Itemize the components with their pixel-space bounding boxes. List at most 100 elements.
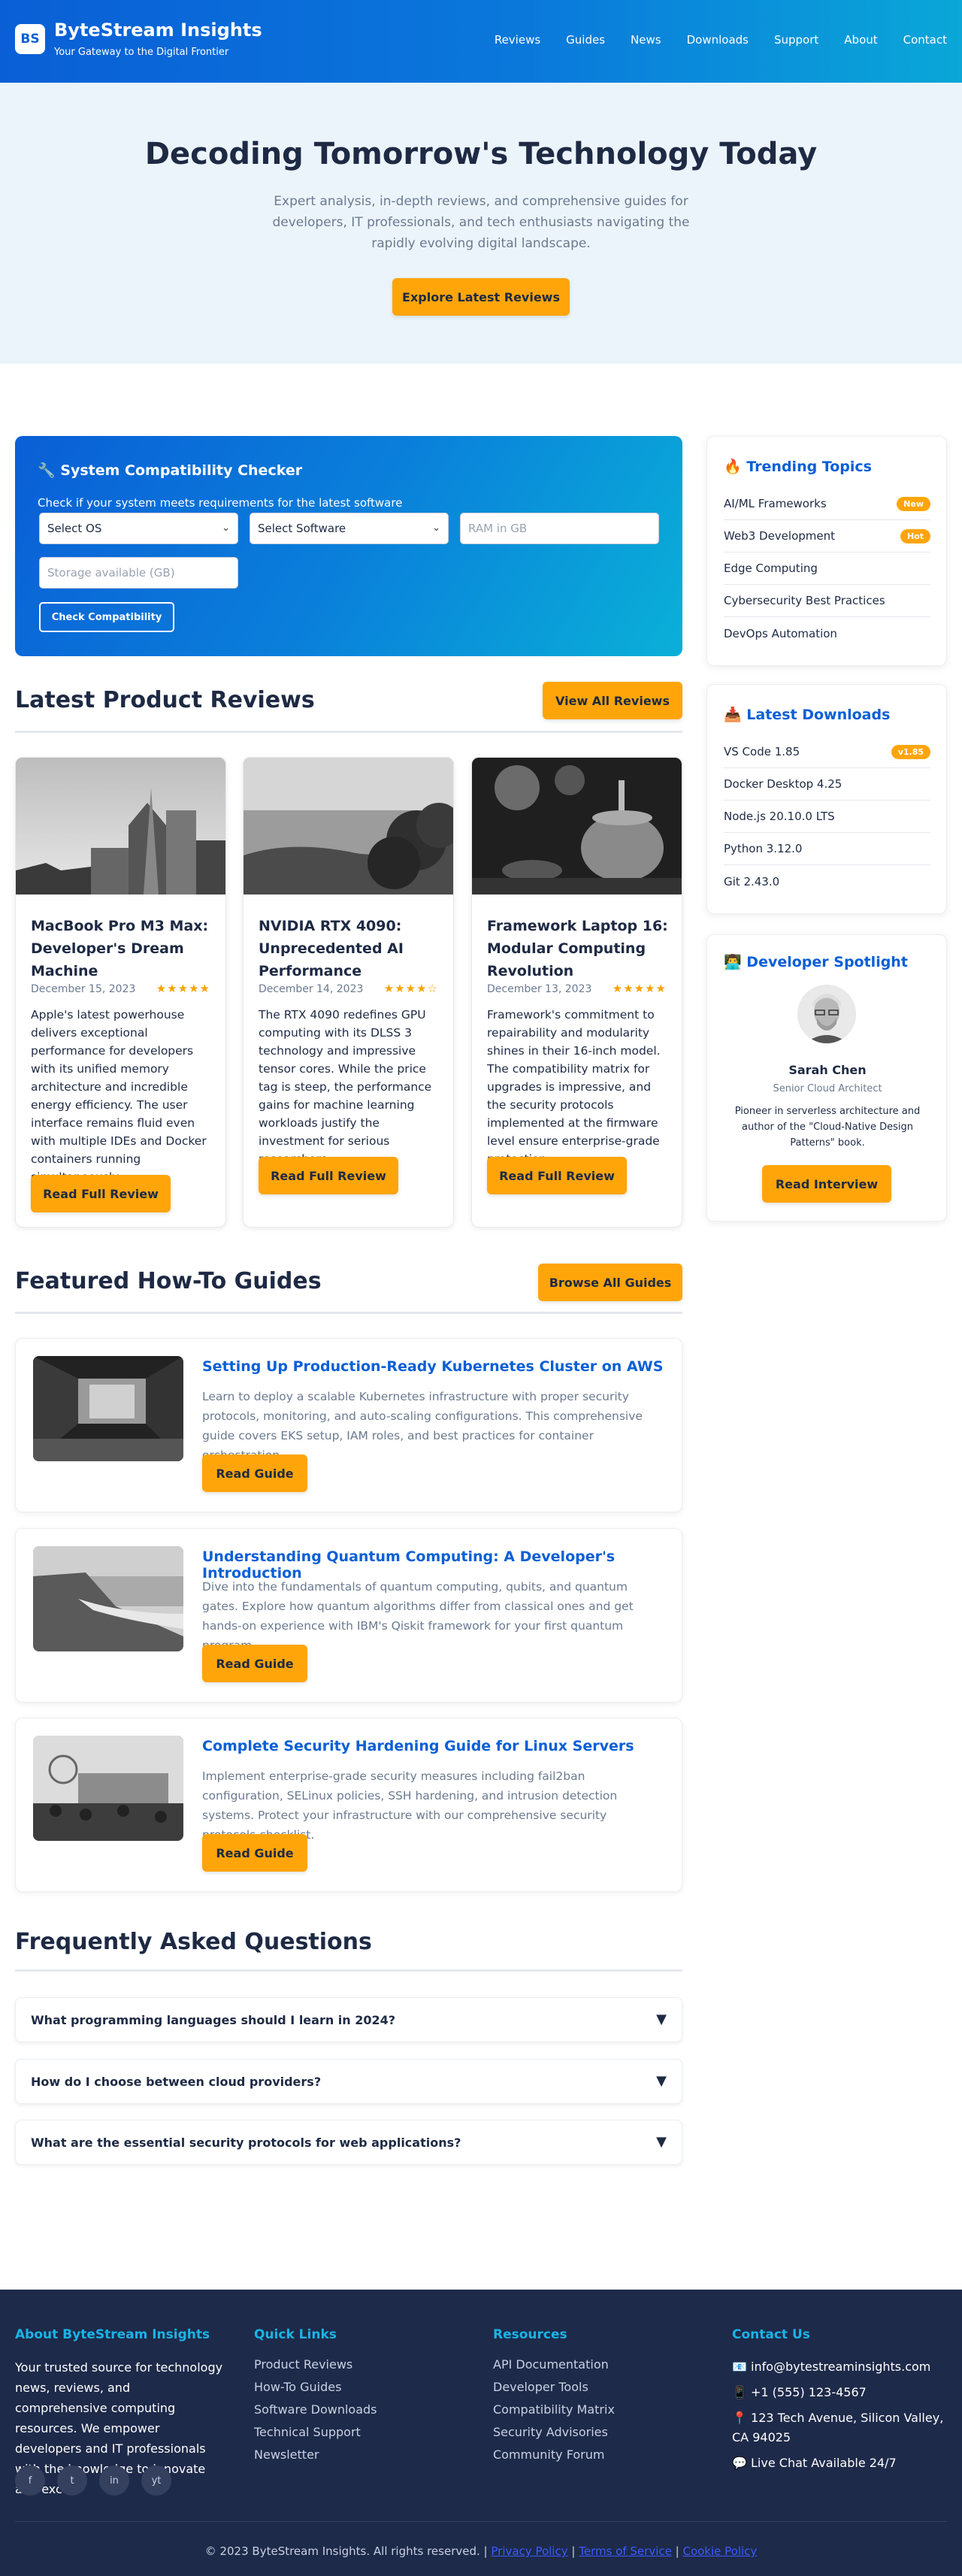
footer-link[interactable]: Technical Support [254, 2425, 377, 2439]
read-full-review-button[interactable]: Read Full Review [487, 1157, 627, 1194]
footer-link[interactable]: API Documentation [493, 2357, 615, 2372]
footer-link[interactable]: How-To Guides [254, 2380, 377, 2394]
read-guide-button[interactable]: Read Guide [202, 1645, 307, 1682]
download-label: Python 3.12.0 [724, 842, 803, 855]
trending-item[interactable]: Web3 Development Hot [724, 520, 930, 552]
version-badge: v1.85 [891, 745, 930, 759]
terms-of-service-link[interactable]: Terms of Service [579, 2544, 672, 2558]
faq-question: What are the essential security protocol… [31, 2136, 461, 2150]
trending-item[interactable]: Cybersecurity Best Practices [724, 585, 930, 617]
downloads-title: 📥 Latest Downloads [724, 706, 890, 723]
chevron-down-icon: ⌄ [432, 522, 440, 534]
twitter-icon[interactable]: t [57, 2466, 87, 2496]
contact-email[interactable]: 📧 info@bytestreaminsights.com [732, 2357, 950, 2377]
download-item[interactable]: Git 2.43.0 [724, 865, 930, 898]
software-select[interactable]: Select Software ⌄ [250, 513, 449, 544]
explore-reviews-button[interactable]: Explore Latest Reviews [392, 278, 570, 316]
footer-resources-title: Resources [493, 2327, 567, 2342]
ram-input[interactable]: RAM in GB [460, 513, 659, 544]
nav-news[interactable]: News [631, 33, 661, 47]
chevron-down-icon: ▼ [656, 2073, 667, 2089]
read-guide-button[interactable]: Read Guide [202, 1454, 307, 1492]
review-excerpt: The RTX 4090 redefines GPU computing wit… [259, 1008, 432, 1166]
download-item[interactable]: VS Code 1.85 v1.85 [724, 736, 930, 768]
status-badge: Hot [900, 529, 930, 543]
review-image-coast [244, 758, 453, 894]
faq-item[interactable]: What programming languages should I lear… [15, 1997, 682, 2042]
trending-label: Cybersecurity Best Practices [724, 594, 885, 607]
guide-title[interactable]: Setting Up Production-Ready Kubernetes C… [202, 1358, 663, 1375]
facebook-icon[interactable]: f [15, 2466, 45, 2496]
chevron-down-icon: ▼ [656, 2011, 667, 2027]
nav-guides[interactable]: Guides [566, 33, 605, 47]
footer-about-title: About ByteStream Insights [15, 2327, 210, 2342]
review-excerpt: Framework's commitment to repairability … [487, 1008, 661, 1166]
compat-title-text: System Compatibility Checker [60, 462, 303, 479]
review-date: December 13, 2023 [487, 983, 592, 995]
review-card: NVIDIA RTX 4090: Unprecedented AI Perfor… [243, 757, 454, 1227]
trending-topics-widget: 🔥 Trending Topics AI/ML Frameworks New We… [706, 436, 947, 666]
developer-spotlight-widget: 👨‍💻 Developer Spotlight Sarah Chen Senio… [706, 934, 947, 1221]
developer-icon: 👨‍💻 [724, 954, 742, 970]
trending-item[interactable]: DevOps Automation [724, 617, 930, 649]
guide-card: Understanding Quantum Computing: A Devel… [15, 1528, 682, 1703]
nav-downloads[interactable]: Downloads [687, 33, 749, 47]
read-full-review-button[interactable]: Read Full Review [31, 1175, 171, 1212]
star-rating: ★★★★★ [612, 982, 667, 995]
guide-title[interactable]: Complete Security Hardening Guide for Li… [202, 1738, 634, 1754]
review-title[interactable]: MacBook Pro M3 Max: Developer's Dream Ma… [31, 915, 219, 982]
faq-item[interactable]: How do I choose between cloud providers?… [15, 2059, 682, 2104]
wrench-icon: 🔧 [38, 462, 56, 479]
download-item[interactable]: Docker Desktop 4.25 [724, 768, 930, 801]
read-interview-button[interactable]: Read Interview [762, 1165, 891, 1203]
download-item[interactable]: Python 3.12.0 [724, 833, 930, 865]
footer-link[interactable]: Compatibility Matrix [493, 2402, 615, 2417]
separator: | [571, 2544, 576, 2558]
nav-about[interactable]: About [844, 33, 877, 47]
read-full-review-button[interactable]: Read Full Review [259, 1157, 398, 1194]
hero-subtitle: Expert analysis, in-depth reviews, and c… [272, 194, 690, 251]
nav-contact[interactable]: Contact [903, 33, 947, 47]
spotlight-title-text: Developer Spotlight [746, 954, 908, 970]
read-guide-button[interactable]: Read Guide [202, 1834, 307, 1872]
faq-item[interactable]: What are the essential security protocol… [15, 2120, 682, 2165]
guide-excerpt: Learn to deploy a scalable Kubernetes in… [202, 1390, 643, 1462]
browse-all-guides-button[interactable]: Browse All Guides [538, 1264, 682, 1301]
youtube-icon[interactable]: yt [141, 2466, 171, 2496]
guide-card: Setting Up Production-Ready Kubernetes C… [15, 1338, 682, 1512]
check-compatibility-button[interactable]: Check Compatibility [39, 602, 174, 632]
footer-link[interactable]: Community Forum [493, 2447, 615, 2462]
trending-label: Edge Computing [724, 562, 818, 575]
review-title[interactable]: Framework Laptop 16: Modular Computing R… [487, 915, 675, 982]
trending-item[interactable]: Edge Computing [724, 552, 930, 585]
privacy-policy-link[interactable]: Privacy Policy [491, 2544, 567, 2558]
footer-resources: Resources API Documentation Developer To… [493, 2327, 615, 2470]
footer-link[interactable]: Newsletter [254, 2447, 377, 2462]
storage-input[interactable]: Storage available (GB) [39, 557, 238, 589]
guide-card: Complete Security Hardening Guide for Li… [15, 1718, 682, 1892]
review-card: Framework Laptop 16: Modular Computing R… [471, 757, 682, 1227]
footer-link[interactable]: Security Advisories [493, 2425, 615, 2439]
faq-question: What programming languages should I lear… [31, 2013, 396, 2027]
footer-link[interactable]: Product Reviews [254, 2357, 377, 2372]
trending-item[interactable]: AI/ML Frameworks New [724, 488, 930, 520]
review-title[interactable]: NVIDIA RTX 4090: Unprecedented AI Perfor… [259, 915, 446, 982]
download-item[interactable]: Node.js 20.10.0 LTS [724, 801, 930, 833]
status-badge: New [897, 497, 930, 511]
download-label: Git 2.43.0 [724, 874, 780, 888]
linkedin-icon[interactable]: in [99, 2466, 129, 2496]
footer-link[interactable]: Developer Tools [493, 2380, 615, 2394]
nav-support[interactable]: Support [774, 33, 818, 47]
view-all-reviews-button[interactable]: View All Reviews [543, 682, 682, 719]
brand-name[interactable]: ByteStream Insights [54, 20, 262, 41]
contact-phone[interactable]: 📱 +1 (555) 123-4567 [732, 2383, 950, 2402]
cookie-policy-link[interactable]: Cookie Policy [682, 2544, 757, 2558]
nav-reviews[interactable]: Reviews [495, 33, 540, 47]
divider [15, 1312, 682, 1314]
footer-link[interactable]: Software Downloads [254, 2402, 377, 2417]
compat-title: 🔧 System Compatibility Checker [38, 462, 302, 479]
logo-badge[interactable]: BS [15, 24, 45, 54]
os-select[interactable]: Select OS ⌄ [39, 513, 238, 544]
divider [15, 731, 682, 733]
contact-live-chat[interactable]: 💬 Live Chat Available 24/7 [732, 2453, 950, 2473]
